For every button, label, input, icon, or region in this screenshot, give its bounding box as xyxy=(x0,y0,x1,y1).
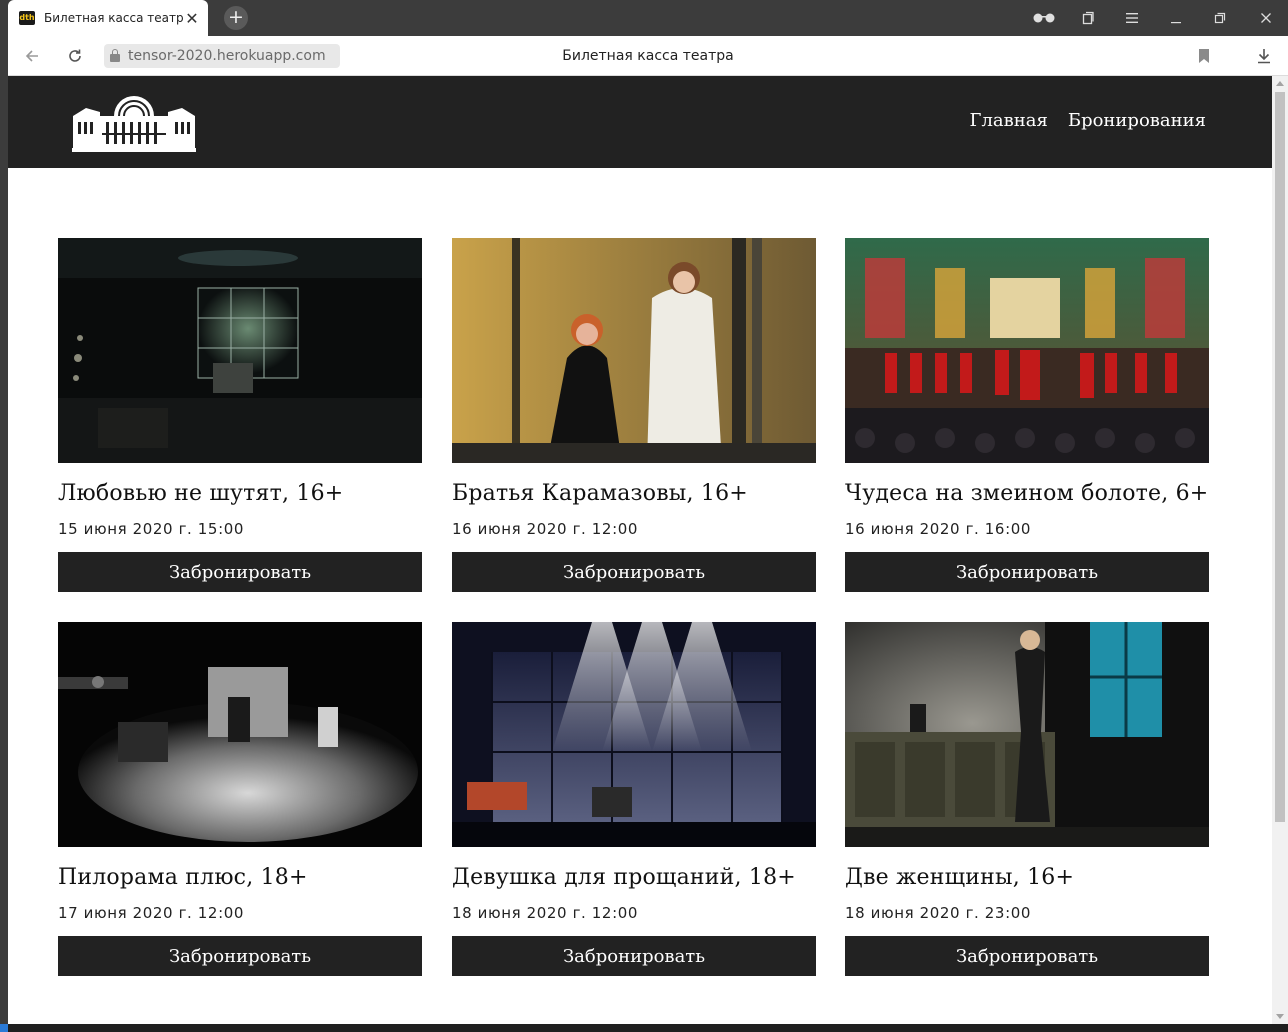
scroll-up-arrow-icon[interactable] xyxy=(1276,81,1284,86)
site-header: Главная Бронирования xyxy=(8,76,1272,168)
show-date: 18 июня 2020 г. 23:00 xyxy=(845,904,1032,922)
show-title: Любовью не шутят, 16+ xyxy=(58,481,344,506)
page-viewport: Главная Бронирования Любовью не шутят, 1… xyxy=(8,76,1272,1024)
bookmark-icon[interactable] xyxy=(1192,44,1216,68)
scroll-thumb[interactable] xyxy=(1275,92,1285,822)
show-date: 17 июня 2020 г. 12:00 xyxy=(58,904,245,922)
back-arrow-icon[interactable] xyxy=(20,44,44,68)
tab-title: Билетная касса театра xyxy=(44,11,184,25)
show-title: Пилорама плюс, 18+ xyxy=(58,865,308,890)
show-image[interactable] xyxy=(845,622,1209,847)
collections-icon[interactable] xyxy=(1066,0,1110,36)
show-image[interactable] xyxy=(845,238,1209,463)
show-title: Чудеса на змеином болоте, 6+ xyxy=(845,481,1209,506)
address-bar: tensor-2020.herokuapp.com Билетная касса… xyxy=(8,36,1288,76)
nav-link-home[interactable]: Главная xyxy=(970,110,1048,131)
show-image[interactable] xyxy=(452,622,816,847)
taskbar-accent xyxy=(0,1024,8,1032)
theatre-logo-icon[interactable] xyxy=(72,86,196,156)
browser-tab-strip: dth Билетная касса театра ✕ + xyxy=(0,0,1288,36)
book-button[interactable]: Забронировать xyxy=(845,936,1209,976)
page-scrollbar[interactable] xyxy=(1272,76,1288,1024)
reload-icon[interactable] xyxy=(63,44,87,68)
book-button[interactable]: Забронировать xyxy=(58,552,422,592)
book-button[interactable]: Забронировать xyxy=(452,552,816,592)
show-image[interactable] xyxy=(452,238,816,463)
close-window-icon[interactable] xyxy=(1244,0,1288,36)
show-title: Девушка для прощаний, 18+ xyxy=(452,865,796,890)
browser-tab[interactable]: dth Билетная касса театра ✕ xyxy=(8,0,208,36)
show-title: Братья Карамазовы, 16+ xyxy=(452,481,748,506)
lock-icon xyxy=(110,49,120,62)
show-date: 15 июня 2020 г. 15:00 xyxy=(58,520,245,538)
url-text: tensor-2020.herokuapp.com xyxy=(128,48,326,64)
nav-link-bookings[interactable]: Бронирования xyxy=(1068,110,1206,131)
main-nav: Главная Бронирования xyxy=(970,110,1206,131)
book-button[interactable]: Забронировать xyxy=(58,936,422,976)
site-favicon-icon: dth xyxy=(19,11,35,25)
restore-window-icon[interactable] xyxy=(1198,0,1242,36)
show-date: 18 июня 2020 г. 12:00 xyxy=(452,904,639,922)
show-image[interactable] xyxy=(58,238,422,463)
new-tab-button[interactable]: + xyxy=(224,6,248,30)
taskbar-strip xyxy=(0,1024,1288,1032)
url-field[interactable]: tensor-2020.herokuapp.com xyxy=(104,44,340,68)
show-date: 16 июня 2020 г. 12:00 xyxy=(452,520,639,538)
book-button[interactable]: Забронировать xyxy=(845,552,1209,592)
close-tab-icon[interactable]: ✕ xyxy=(184,9,200,28)
book-button[interactable]: Забронировать xyxy=(452,936,816,976)
minimize-window-icon[interactable] xyxy=(1154,0,1198,36)
show-title: Две женщины, 16+ xyxy=(845,865,1075,890)
incognito-glasses-icon[interactable] xyxy=(1022,0,1066,36)
download-icon[interactable] xyxy=(1252,44,1276,68)
menu-icon[interactable] xyxy=(1110,0,1154,36)
scroll-down-arrow-icon[interactable] xyxy=(1276,1014,1284,1019)
show-image[interactable] xyxy=(58,622,422,847)
show-date: 16 июня 2020 г. 16:00 xyxy=(845,520,1032,538)
